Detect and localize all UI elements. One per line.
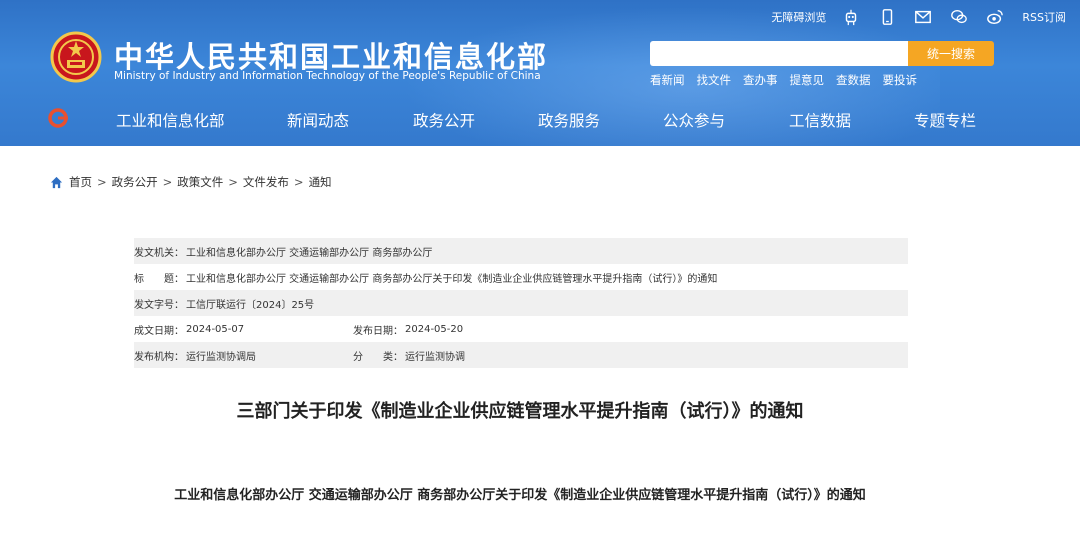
meta-title-value: 工业和信息化部办公厅 交通运输部办公厅 商务部办公厅关于印发《制造业企业供应链管… xyxy=(186,273,718,285)
breadcrumb-file-release[interactable]: 文件发布 xyxy=(243,174,289,190)
breadcrumb-government-affairs[interactable]: 政务公开 xyxy=(112,174,158,190)
home-icon xyxy=(50,176,63,188)
nav-item-data[interactable]: 工信数据 xyxy=(789,109,851,131)
robot-assistant-icon[interactable] xyxy=(840,7,862,27)
site-mark-icon[interactable] xyxy=(48,108,68,128)
meta-category-group: 分 类： 运行监测协调 xyxy=(353,342,465,368)
accessibility-link[interactable]: 无障碍浏览 xyxy=(771,9,826,25)
meta-label: 分 类： xyxy=(353,351,403,363)
breadcrumb-separator: > xyxy=(162,175,173,189)
mail-icon[interactable] xyxy=(912,7,934,27)
site-header: 无障碍浏览 RSS订阅 中华人民共和国工业和信息化部 Ministry of I… xyxy=(0,0,1080,146)
nav-item-public-participation[interactable]: 公众参与 xyxy=(663,109,725,131)
breadcrumb: 首页 > 政务公开 > 政策文件 > 文件发布 > 通知 xyxy=(50,174,332,190)
search-button[interactable]: 统一搜索 xyxy=(908,41,994,66)
national-emblem-logo[interactable] xyxy=(50,31,102,83)
meta-row-issuer: 发文机关： 工业和信息化部办公厅 交通运输部办公厅 商务部办公厅 xyxy=(134,238,908,264)
breadcrumb-separator: > xyxy=(228,175,238,189)
meta-row-title: 标 题： 工业和信息化部办公厅 交通运输部办公厅 商务部办公厅关于印发《制造业企… xyxy=(134,264,908,290)
quick-link-news[interactable]: 看新闻 xyxy=(650,72,685,88)
meta-row-agency: 发布机构： 运行监测协调局 分 类： 运行监测协调 xyxy=(134,342,908,368)
weibo-icon[interactable] xyxy=(984,7,1006,27)
main-nav: 工业和信息化部 新闻动态 政务公开 政务服务 公众参与 工信数据 专题专栏 xyxy=(0,100,1080,138)
quick-link-complaints[interactable]: 要投诉 xyxy=(883,72,918,88)
quick-link-data[interactable]: 查数据 xyxy=(836,72,871,88)
nav-item-government-affairs[interactable]: 政务公开 xyxy=(413,109,475,131)
breadcrumb-policy-files[interactable]: 政策文件 xyxy=(177,174,223,190)
mobile-icon[interactable] xyxy=(876,7,898,27)
nav-item-government-services[interactable]: 政务服务 xyxy=(538,109,600,131)
meta-published-date-value: 2024-05-20 xyxy=(405,323,464,335)
document-subtitle: 工业和信息化部办公厅 交通运输部办公厅 商务部办公厅关于印发《制造业企业供应链管… xyxy=(174,488,866,503)
meta-label: 成文日期： xyxy=(134,325,184,337)
meta-doc-number-value: 工信厅联运行〔2024〕25号 xyxy=(186,299,315,311)
rss-link[interactable]: RSS订阅 xyxy=(1022,9,1066,25)
meta-category-value: 运行监测协调 xyxy=(405,351,465,363)
breadcrumb-home[interactable]: 首页 xyxy=(69,174,92,190)
document-title: 三部门关于印发《制造业企业供应链管理水平提升指南（试行）》的通知 xyxy=(236,401,804,422)
quick-links: 看新闻 找文件 查办事 提意见 查数据 要投诉 xyxy=(650,72,929,88)
nav-item-special-topics[interactable]: 专题专栏 xyxy=(914,109,976,131)
meta-issuer-value: 工业和信息化部办公厅 交通运输部办公厅 商务部办公厅 xyxy=(186,247,433,259)
quick-link-services[interactable]: 查办事 xyxy=(743,72,778,88)
meta-row-dates: 成文日期： 2024-05-07 发布日期： 2024-05-20 xyxy=(134,316,908,342)
meta-row-doc-number: 发文字号： 工信厅联运行〔2024〕25号 xyxy=(134,290,908,316)
quick-link-feedback[interactable]: 提意见 xyxy=(790,72,825,88)
quick-link-files[interactable]: 找文件 xyxy=(697,72,732,88)
nav-item-news[interactable]: 新闻动态 xyxy=(287,109,349,131)
meta-agency-value: 运行监测协调局 xyxy=(186,351,256,363)
nav-item-ministry[interactable]: 工业和信息化部 xyxy=(116,109,225,131)
site-subtitle: Ministry of Industry and Information Tec… xyxy=(114,70,541,82)
search-input[interactable] xyxy=(650,41,908,66)
top-utility-bar: 无障碍浏览 RSS订阅 xyxy=(755,7,1066,27)
meta-written-date-value: 2024-05-07 xyxy=(186,323,245,335)
meta-published-group: 发布日期： 2024-05-20 xyxy=(353,316,463,342)
meta-label: 发布日期： xyxy=(353,325,403,337)
breadcrumb-notice[interactable]: 通知 xyxy=(309,174,332,190)
breadcrumb-separator: > xyxy=(293,175,304,189)
meta-label: 发文字号： xyxy=(134,299,184,311)
wechat-icon[interactable] xyxy=(948,7,970,27)
meta-label: 发布机构： xyxy=(134,351,184,363)
meta-label: 发文机关： xyxy=(134,247,184,259)
breadcrumb-separator: > xyxy=(97,175,107,189)
document-meta-table: 发文机关： 工业和信息化部办公厅 交通运输部办公厅 商务部办公厅 标 题： 工业… xyxy=(134,238,908,368)
meta-label: 标 题： xyxy=(134,273,184,285)
